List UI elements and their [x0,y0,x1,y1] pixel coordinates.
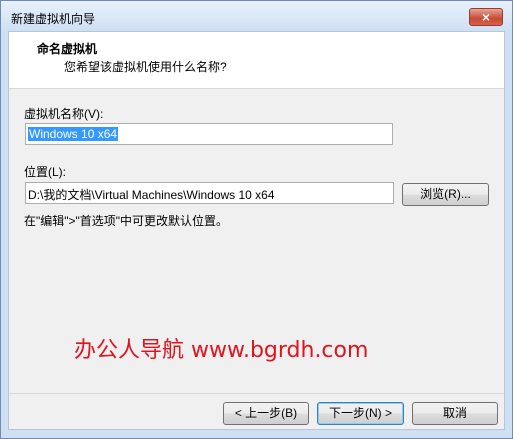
footer-divider [9,393,504,394]
wizard-header: 命名虚拟机 您希望该虚拟机使用什么名称? [9,32,504,89]
dialog-body: 命名虚拟机 您希望该虚拟机使用什么名称? 虚拟机名称(V): Windows 1… [8,31,505,430]
vm-name-label: 虚拟机名称(V): [24,107,104,121]
close-icon: × [481,9,491,25]
watermark-text: 办公人导航 www.bgrdh.com [74,338,369,363]
page-subtitle: 您希望该虚拟机使用什么名称? [64,60,227,74]
page-title: 命名虚拟机 [37,42,98,56]
vm-name-value: Windows 10 x64 [28,127,119,141]
next-button[interactable]: 下一步(N) > [317,402,404,425]
title-bar[interactable]: 新建虚拟机向导 × [1,1,512,31]
location-hint: 在"编辑">"首选项"中可更改默认位置。 [24,214,229,228]
location-value: D:\我的文档\Virtual Machines\Windows 10 x64 [28,188,275,202]
location-label: 位置(L): [24,165,67,179]
cancel-button[interactable]: 取消 [412,402,498,425]
browse-button[interactable]: 浏览(R)... [402,183,489,206]
back-button[interactable]: < 上一步(B) [223,402,309,425]
window-title: 新建虚拟机向导 [11,12,96,26]
location-input[interactable]: D:\我的文档\Virtual Machines\Windows 10 x64 [25,182,394,204]
close-button[interactable]: × [469,8,503,26]
wizard-window: 新建虚拟机向导 × 命名虚拟机 您希望该虚拟机使用什么名称? 虚拟机名称(V):… [0,0,513,439]
vm-name-input[interactable]: Windows 10 x64 [25,123,393,145]
